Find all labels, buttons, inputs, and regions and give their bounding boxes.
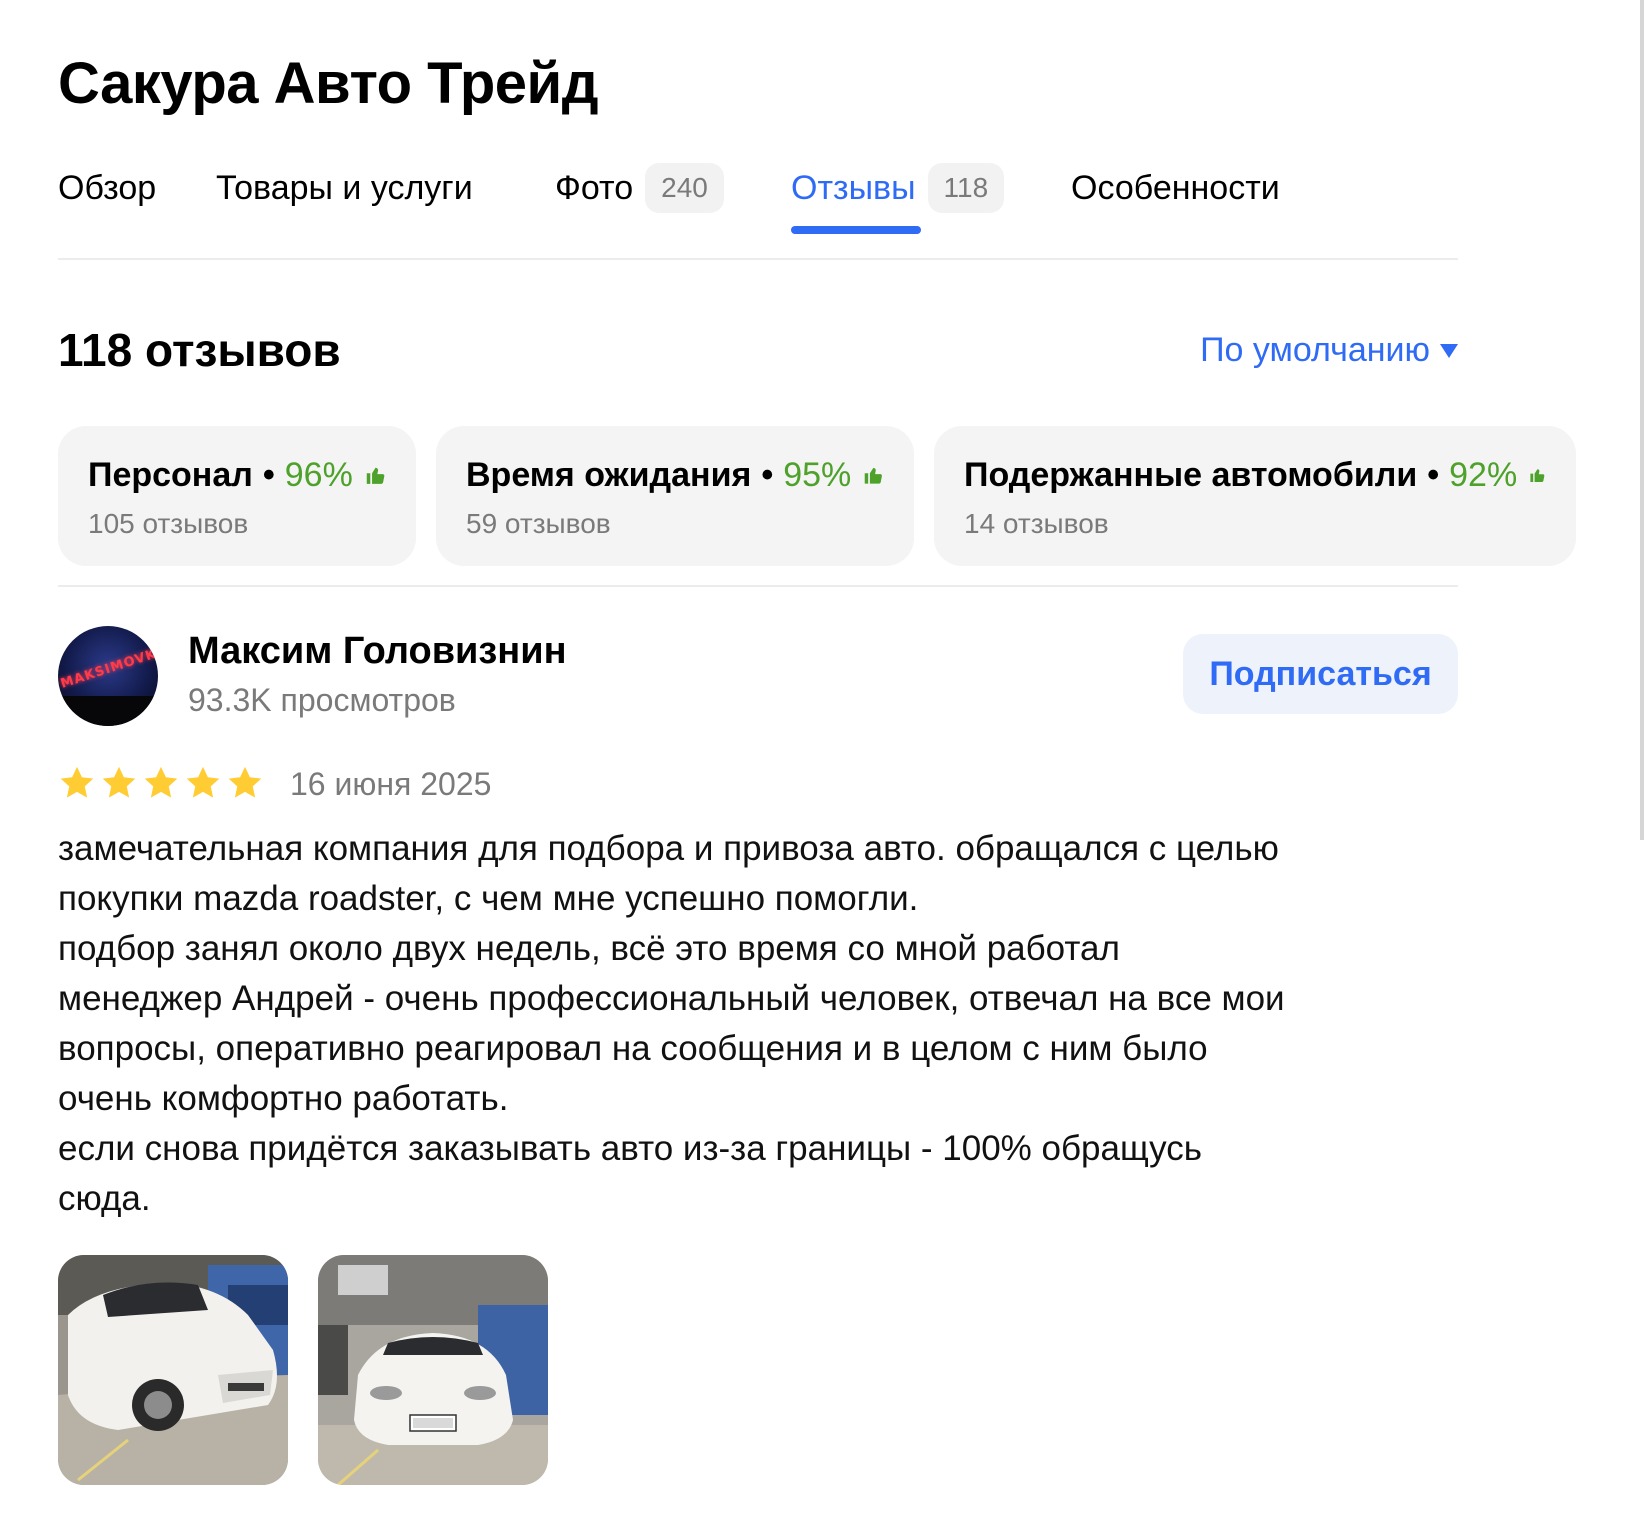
tab-label: Отзывы [791,168,916,207]
thumbs-up-icon [1530,469,1545,482]
tab-label: Особенности [1071,168,1280,207]
tab-label: Товары и услуги [216,168,473,207]
aspect-review-count: 59 отзывов [466,508,611,539]
car-photo-image [318,1255,548,1485]
thumbs-up-icon [366,467,385,484]
aspect-separator: • [1427,456,1440,494]
star-icon [228,766,262,798]
aspect-card-waiting-time[interactable]: Время ожидания • 95% 59 отзывов [436,426,914,566]
sort-dropdown[interactable]: По умолчанию [1200,328,1458,372]
review-text-line: покупки mazda roadster, с чем мне успешн… [58,879,919,918]
aspect-name: Время ожидания [466,456,752,494]
star-icon [60,766,94,798]
review-text-line: подбор занял около двух недель, всё это … [58,929,1120,968]
tab-count-badge: 118 [927,163,1005,213]
tab-count-badge: 240 [645,163,724,213]
page: Сакура Авто Трейд Обзор Товары и услуги … [0,0,1644,1526]
tab-label: Обзор [58,168,157,207]
aspect-percent: 95% [783,456,852,494]
review-text-line: очень комфортно работать. [58,1079,509,1118]
aspect-percent: 92% [1449,456,1518,494]
subscribe-button[interactable]: Подписаться [1183,634,1458,714]
review-text-line: замечательная компания для подбора и при… [58,829,1279,868]
review-text-line: если снова придётся заказывать авто из-з… [58,1129,1202,1168]
avatar-rooftop [58,696,158,726]
aspect-name: Персонал [88,456,253,494]
thumbs-up-icon [865,467,883,484]
star-icon [186,766,220,798]
avatar-neon-sign: MAKSIMOVKA [58,643,158,692]
tab-label: Фото [555,168,634,207]
review-text-line: менеджер Андрей - очень профессиональный… [58,979,1285,1018]
review-text-line: вопросы, оперативно реагировал на сообще… [58,1029,1208,1068]
author-views: 93.3K просмотров [188,682,456,718]
tabs-divider [58,258,1458,260]
aspect-card-staff[interactable]: Персонал • 96% 105 отзывов [58,426,416,566]
aspect-card-used-cars[interactable]: Подержанные автомобили • 92% 14 отзывов [934,426,1576,566]
aspect-separator: • [262,456,275,494]
avatar[interactable]: MAKSIMOVKA [58,626,158,726]
sort-label: По умолчанию [1200,331,1430,369]
review-text-line: сюда. [58,1179,151,1218]
tab-products-services[interactable]: Товары и услуги [216,160,473,216]
aspect-review-count: 14 отзывов [964,508,1109,539]
page-title: Сакура Авто Трейд [58,51,599,116]
review-photo-car-front[interactable] [318,1255,548,1485]
scrollbar[interactable] [1640,0,1644,840]
aspect-separator: • [761,456,774,494]
star-icon [144,766,178,798]
active-tab-indicator [791,226,921,234]
review-date: 16 июня 2025 [290,766,492,802]
aspects-divider [58,585,1458,587]
aspect-name: Подержанные автомобили [964,456,1418,494]
tab-reviews[interactable]: Отзывы 118 [791,160,1005,216]
rating-stars [58,764,264,802]
author-name[interactable]: Максим Головизнин [188,630,567,673]
tab-photos[interactable]: Фото 240 [555,160,724,216]
tab-overview[interactable]: Обзор [58,160,156,216]
star-icon [102,766,136,798]
car-photo-image [58,1255,288,1485]
review-photo-car-side[interactable] [58,1255,288,1485]
reviews-count-heading: 118 отзывов [58,324,341,376]
tab-features[interactable]: Особенности [1071,160,1280,216]
aspect-review-count: 105 отзывов [88,508,249,539]
caret-down-icon [1440,344,1458,358]
aspect-percent: 96% [284,456,353,494]
review-text: замечательная компания для подбора и при… [58,824,1478,1224]
